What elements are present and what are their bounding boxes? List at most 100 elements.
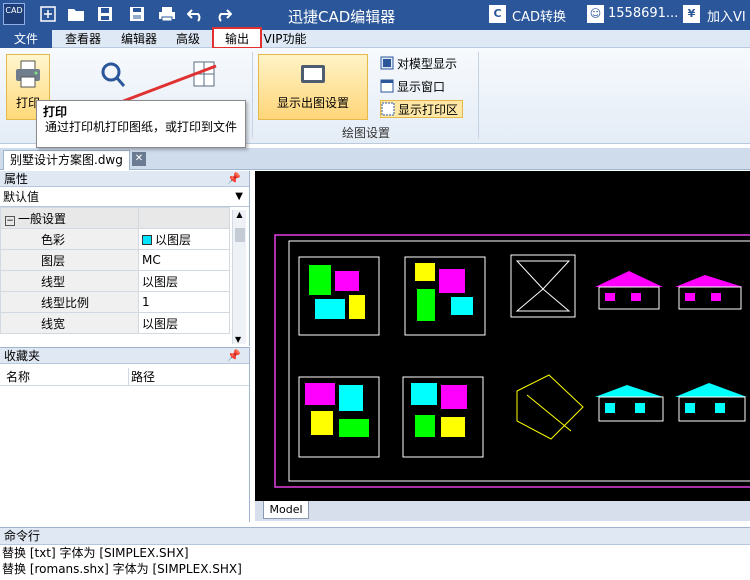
elevation	[675, 275, 743, 310]
user-icon[interactable]: ☺	[587, 5, 604, 23]
properties-scrollbar[interactable]: ▲ ▼	[232, 210, 246, 344]
tooltip-body: 通过打印机打印图纸，或打印到文件	[45, 120, 238, 134]
elevation	[595, 271, 663, 310]
pin-icon[interactable]: 📌	[227, 348, 241, 364]
save-as-icon[interactable]	[127, 4, 147, 24]
app-logo-text: CAD	[5, 6, 23, 15]
floor-plan	[404, 256, 486, 336]
show-window-label: 显示窗口	[397, 79, 446, 94]
show-layout-settings-label: 显示出图设置	[276, 96, 349, 110]
properties-header: 属性 📌	[0, 171, 249, 187]
properties-panel: 属性 📌 默认值 ▼ − 一般设置 色彩 以图层 图层 MC 线型 以图层 线型…	[0, 171, 250, 346]
open-folder-icon[interactable]	[66, 4, 86, 24]
command-output-line: 替换 [txt] 字体为 [SIMPLEX.SHX]	[2, 546, 189, 560]
join-vip-label[interactable]: 加入VI	[707, 6, 746, 25]
cad-convert-label[interactable]: CAD转换	[512, 6, 566, 25]
print-tooltip: 打印 通过打印机打印图纸，或打印到文件	[36, 100, 246, 148]
property-value-text: 以图层	[155, 232, 192, 247]
menu-output[interactable]: 输出	[212, 27, 262, 49]
save-icon[interactable]	[95, 4, 115, 24]
property-row[interactable]: 色彩 以图层	[0, 228, 230, 250]
property-key: 色彩	[0, 228, 139, 250]
favorites-header: 收藏夹 📌	[0, 348, 249, 364]
category-value-cell	[138, 207, 230, 229]
show-print-area-button[interactable]: 显示打印区	[380, 100, 464, 118]
cad-drawing	[274, 234, 750, 488]
model-display-button[interactable]: 对模型显示	[380, 54, 457, 72]
ribbon-separator	[252, 52, 253, 138]
property-key: 图层	[0, 249, 139, 271]
properties-combo[interactable]: 默认值 ▼	[0, 187, 249, 207]
menu-advanced[interactable]: 高级	[170, 30, 206, 48]
property-key: 线宽	[0, 312, 139, 334]
favorites-panel: 收藏夹 📌 名称 路径	[0, 347, 250, 522]
property-value[interactable]: MC	[138, 249, 230, 271]
menu-file[interactable]: 文件	[0, 30, 52, 48]
menu-editor[interactable]: 编辑器	[116, 30, 162, 48]
command-output-line: 替换 [romans.shx] 字体为 [SIMPLEX.SHX]	[2, 562, 242, 576]
scroll-thumb[interactable]	[235, 228, 245, 242]
properties-combo-value: 默认值	[3, 190, 40, 204]
property-row[interactable]: 线型 以图层	[0, 270, 230, 292]
elevation	[675, 383, 747, 422]
roof-plan	[510, 254, 576, 318]
property-row[interactable]: 线宽 以图层	[0, 312, 230, 334]
cad-editor-window: CAD 迅捷CAD编辑器 C CAD转换 ☺ 1558691... ¥ 加入VI	[0, 0, 750, 580]
menu-bar: 文件 查看器 编辑器 高级 输出 VIP功能	[0, 27, 750, 49]
favorites-title: 收藏夹	[4, 349, 41, 363]
column-path[interactable]: 路径	[128, 368, 155, 385]
chevron-down-icon[interactable]: ▼	[235, 187, 243, 207]
column-name[interactable]: 名称	[6, 368, 30, 385]
property-category-row[interactable]: − 一般设置	[0, 207, 230, 229]
print-quick-icon[interactable]	[157, 4, 177, 24]
floor-plan	[298, 376, 380, 458]
document-tab-strip: 别墅设计方案图.dwg ✕	[0, 148, 750, 170]
show-layout-settings-button[interactable]: 显示出图设置	[258, 54, 368, 120]
floor-plan	[402, 376, 484, 458]
scroll-up-icon[interactable]: ▲	[233, 210, 246, 219]
category-cell[interactable]: − 一般设置	[0, 207, 139, 229]
model-display-icon	[380, 56, 394, 70]
property-value[interactable]: 1	[138, 291, 230, 313]
ribbon-separator	[478, 52, 479, 138]
property-row[interactable]: 图层 MC	[0, 249, 230, 271]
color-swatch	[142, 234, 152, 245]
model-display-label: 对模型显示	[397, 56, 458, 71]
floor-plan	[298, 256, 380, 336]
printer-icon	[16, 60, 40, 88]
property-value[interactable]: 以图层	[138, 270, 230, 292]
property-row[interactable]: 线型比例 1	[0, 291, 230, 313]
favorites-columns: 名称 路径	[0, 364, 249, 386]
close-tab-icon[interactable]: ✕	[132, 152, 146, 166]
property-value[interactable]: 以图层	[138, 312, 230, 334]
undo-icon[interactable]	[186, 4, 206, 24]
vip-yen-icon[interactable]: ¥	[683, 5, 700, 23]
elevation	[595, 385, 664, 422]
properties-title: 属性	[4, 172, 29, 186]
redo-icon[interactable]	[213, 4, 233, 24]
model-tab[interactable]: Model	[263, 501, 309, 519]
pin-icon[interactable]: 📌	[227, 171, 241, 187]
roof-plan	[516, 374, 584, 440]
property-value[interactable]: 以图层	[138, 228, 230, 250]
command-line-panel: 命令行 替换 [txt] 字体为 [SIMPLEX.SHX] 替换 [roman…	[0, 527, 750, 580]
user-id[interactable]: 1558691...	[608, 6, 678, 21]
scroll-down-icon[interactable]: ▼	[235, 335, 241, 344]
app-logo-icon[interactable]: CAD	[3, 3, 25, 25]
window-icon	[380, 79, 394, 93]
collapse-icon[interactable]: −	[5, 215, 15, 226]
property-key: 线型比例	[0, 291, 139, 313]
show-window-button[interactable]: 显示窗口	[380, 77, 445, 95]
layout-screen-icon	[301, 65, 325, 83]
menu-vip[interactable]: VIP功能	[263, 30, 307, 48]
layout-tab-strip: Model	[255, 501, 750, 521]
show-print-area-label: 显示打印区	[398, 102, 459, 117]
new-file-icon[interactable]	[38, 4, 58, 24]
drawing-canvas[interactable]	[255, 171, 750, 501]
document-tab[interactable]: 别墅设计方案图.dwg	[3, 150, 130, 170]
title-bar: CAD 迅捷CAD编辑器 C CAD转换 ☺ 1558691... ¥ 加入VI	[0, 0, 750, 30]
category-label: 一般设置	[18, 211, 67, 226]
cad-convert-icon[interactable]: C	[489, 5, 506, 23]
print-area-icon	[381, 102, 395, 116]
menu-viewer[interactable]: 查看器	[60, 30, 106, 48]
